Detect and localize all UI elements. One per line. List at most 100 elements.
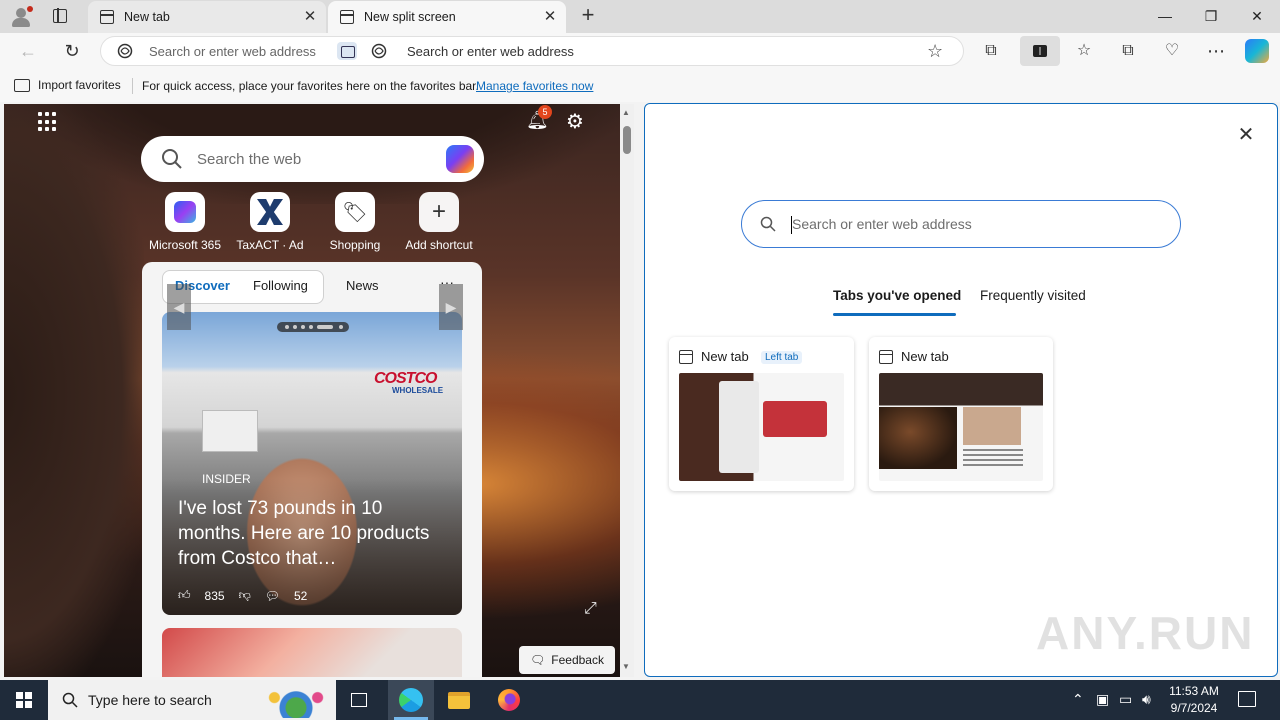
shortcut-taxact[interactable]: TaxACT · Ad [230, 192, 310, 252]
shortcut-label: TaxACT · Ad [236, 238, 304, 252]
search-placeholder: Search the web [197, 150, 302, 168]
story-card[interactable] [162, 628, 462, 677]
tag-icon: 🏷︎ [335, 192, 375, 232]
shortcut-label: Microsoft 365 [148, 238, 222, 252]
minimize-button[interactable]: — [1142, 0, 1188, 32]
notifications-icon[interactable] [1238, 691, 1256, 707]
news-feed-card: Discover Following News ··· COSTCO WHOLE… [142, 262, 482, 677]
tab-news[interactable]: News [346, 278, 379, 293]
story-card[interactable]: COSTCO WHOLESALE INSIDER I've lost 73 po… [162, 312, 462, 615]
left-pane-scrollbar[interactable]: ▲ ▼ [620, 104, 634, 677]
more-options-icon[interactable]: ⋯ [1205, 40, 1227, 62]
page-icon [100, 10, 114, 24]
device-icon[interactable]: ▣ [1096, 691, 1109, 708]
tab-thumbnail [879, 373, 1043, 481]
favorites-message: For quick access, place your favorites h… [142, 79, 479, 93]
page-icon [340, 10, 354, 24]
address-input-right[interactable]: Search or enter web address [371, 37, 931, 65]
address-text: Search or enter web address [407, 43, 574, 59]
copilot-icon[interactable] [1245, 39, 1269, 63]
card-title: New tab [701, 349, 749, 364]
carousel-prev-button[interactable]: ◀ [167, 284, 191, 330]
page-icon [879, 349, 893, 364]
tab-tabs-opened[interactable]: Tabs you've opened [833, 288, 961, 303]
like-icon[interactable]: 👍︎ [178, 588, 191, 603]
left-tab-badge: Left tab [761, 351, 803, 364]
search-icon [62, 692, 78, 708]
tab-following[interactable]: Following [253, 278, 308, 293]
taskbar-edge[interactable] [388, 680, 434, 720]
new-tab-button[interactable]: + [576, 4, 600, 28]
tab-title: New split screen [364, 10, 456, 24]
tab-new-split-screen[interactable]: New split screen ✕ [328, 1, 566, 33]
close-tab-icon[interactable]: ✕ [302, 9, 318, 25]
close-tab-icon[interactable]: ✕ [542, 9, 558, 25]
text-caret [791, 216, 792, 234]
favorites-icon[interactable]: ☆ [1073, 40, 1095, 62]
taskbar-file-explorer[interactable] [436, 680, 482, 720]
shortcut-microsoft-365[interactable]: Microsoft 365 [145, 192, 225, 252]
page-icon [679, 349, 693, 364]
copilot-icon[interactable] [446, 145, 474, 173]
volume-icon[interactable]: 🔊︎ [1142, 691, 1151, 708]
story-stats: 👍︎ 835 👎︎ 💬︎ 52 [178, 588, 307, 603]
firefox-icon [498, 689, 520, 711]
expand-icon[interactable]: ⤢ [584, 600, 597, 618]
scroll-thumb[interactable] [623, 126, 631, 154]
extensions-icon[interactable]: ⧉ [980, 40, 1002, 62]
show-hidden-icons[interactable]: ⌃ [1072, 691, 1084, 708]
start-button[interactable] [0, 680, 48, 720]
favorite-star-icon[interactable]: ☆ [927, 42, 943, 60]
story-headline[interactable]: I've lost 73 pounds in 10 months. Here a… [178, 496, 446, 571]
open-tab-card[interactable]: New tab Left tab [669, 337, 854, 491]
shortcut-add[interactable]: + Add shortcut [399, 192, 479, 252]
restore-button[interactable]: ❐ [1188, 0, 1234, 32]
manage-favorites-link[interactable]: Manage favorites now [476, 79, 593, 93]
clock-date: 9/7/2024 [1170, 701, 1218, 715]
split-screen-icon[interactable] [337, 42, 357, 60]
carousel-next-button[interactable]: ▶ [439, 284, 463, 330]
browser-essentials-icon[interactable]: ♡ [1161, 40, 1183, 62]
task-view-button[interactable] [336, 680, 382, 720]
tab-thumbnail [679, 373, 844, 481]
search-icon [760, 216, 776, 232]
settings-gear-icon[interactable]: ⚙ [566, 109, 584, 134]
close-window-button[interactable]: ✕ [1234, 0, 1280, 32]
taskbar-firefox[interactable] [486, 680, 532, 720]
story-source: INSIDER [202, 472, 251, 486]
story-image [202, 410, 258, 452]
close-split-icon[interactable]: ✕ [1235, 124, 1257, 146]
scroll-up-icon[interactable]: ▲ [622, 108, 630, 117]
dislike-icon[interactable]: 👎︎ [239, 588, 251, 603]
comment-icon[interactable]: 💬︎ [265, 589, 280, 603]
apps-grid-icon[interactable] [38, 112, 58, 132]
taskbar-search-input[interactable]: Type here to search [48, 680, 336, 720]
tab-new-tab[interactable]: New tab ✕ [88, 1, 326, 33]
tab-frequently-visited[interactable]: Frequently visited [980, 288, 1086, 303]
search-icon [162, 149, 182, 169]
import-favorites-label: Import favorites [38, 78, 121, 92]
shortcut-shopping[interactable]: 🏷︎ Shopping [315, 192, 395, 252]
favorites-bar: Import favorites For quick access, place… [0, 69, 1280, 102]
feedback-icon: 🗨︎ [530, 653, 546, 667]
carousel-dots [277, 322, 349, 332]
reload-button[interactable]: ↻ [60, 39, 84, 63]
feedback-button[interactable]: 🗨︎ Feedback [519, 646, 615, 674]
background-image [4, 104, 144, 677]
system-clock[interactable]: 11:53 AM 9/7/2024 [1166, 683, 1222, 717]
tab-actions-icon[interactable] [50, 6, 70, 26]
web-search-input[interactable]: Search the web [141, 136, 484, 182]
split-address-input[interactable]: Search or enter web address [741, 200, 1181, 248]
back-button[interactable]: ← [16, 39, 40, 63]
profile-icon[interactable] [8, 4, 34, 30]
split-screen-button[interactable] [1020, 36, 1060, 66]
open-tab-card[interactable]: New tab [869, 337, 1053, 491]
network-icon[interactable]: ▭ [1119, 691, 1132, 708]
costco-logo: WHOLESALE [392, 386, 444, 395]
scroll-down-icon[interactable]: ▼ [622, 662, 630, 671]
divider [132, 78, 133, 94]
address-input-left[interactable]: Search or enter web address [101, 37, 333, 65]
feedback-label: Feedback [551, 653, 604, 667]
collections-icon[interactable]: ⧉ [1117, 40, 1139, 62]
import-favorites-button[interactable]: Import favorites [14, 78, 121, 92]
